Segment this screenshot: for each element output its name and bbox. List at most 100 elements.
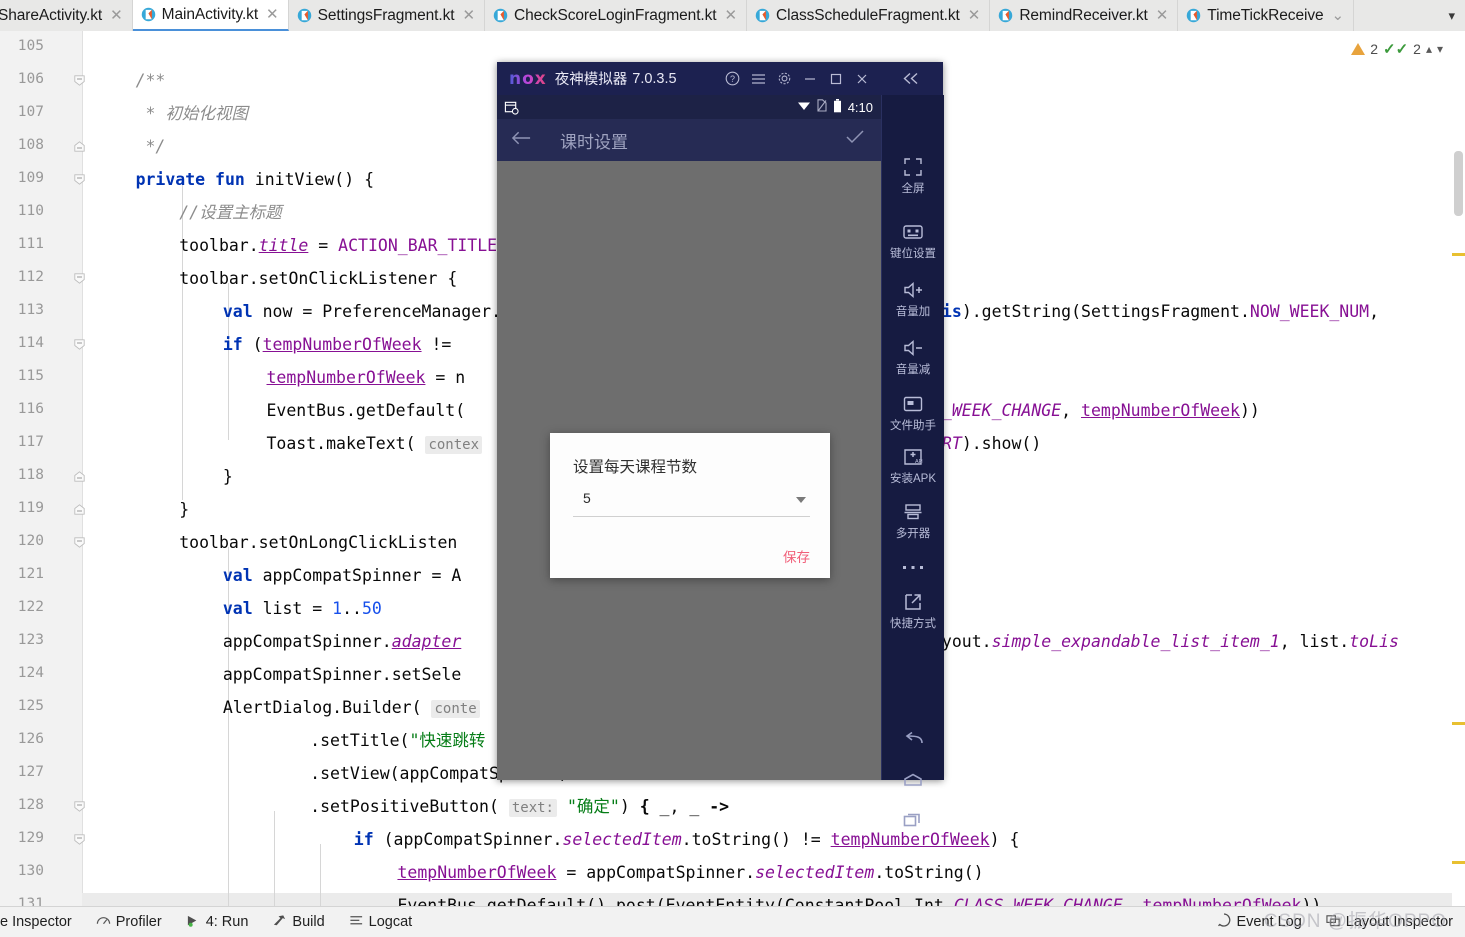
help-icon[interactable]: ? bbox=[719, 62, 745, 95]
code-line[interactable]: val appCompatSpinner = A bbox=[223, 566, 461, 586]
minimize-icon[interactable] bbox=[797, 62, 823, 95]
file-assistant-icon bbox=[903, 394, 923, 414]
sidebar-item-run[interactable]: 4: Run bbox=[186, 914, 248, 931]
code-line[interactable]: if (appCompatSpinner.selectedItem.toStri… bbox=[354, 830, 1020, 850]
code-line[interactable]: appCompatSpinner.setSele bbox=[223, 665, 461, 685]
code-line-fragment[interactable]: S_WEEK_CHANGE, tempNumberOfWeek)) bbox=[932, 401, 1260, 421]
code-line[interactable]: toolbar.title = ACTION_BAR_TITLE bbox=[179, 236, 497, 256]
course-count-spinner[interactable]: 5 bbox=[573, 488, 810, 517]
emulator-collapse-sidebar-button[interactable] bbox=[881, 62, 943, 95]
code-line[interactable]: .setTitle("快速跳转 bbox=[310, 731, 485, 751]
code-line[interactable]: private fun initView() { bbox=[136, 170, 374, 190]
editor-tab-remindreceiver-kt[interactable]: RemindReceiver.kt ✕ bbox=[990, 0, 1179, 31]
tab-close-icon[interactable]: ✕ bbox=[968, 8, 981, 23]
statusbar-label: Logcat bbox=[368, 914, 413, 930]
code-line[interactable]: val list = 1..50 bbox=[223, 599, 382, 619]
menu-icon[interactable] bbox=[745, 62, 771, 95]
android-recents-button[interactable] bbox=[882, 808, 944, 832]
sidebar-item-layout-inspector[interactable]: Layout Inspector bbox=[1326, 914, 1453, 931]
tab-close-icon[interactable]: ✕ bbox=[110, 8, 123, 23]
settings-gear-icon[interactable] bbox=[771, 62, 797, 95]
arrow-left-icon[interactable] bbox=[511, 129, 532, 152]
line-number: 106 bbox=[17, 71, 44, 87]
scroll-marker[interactable] bbox=[1452, 253, 1465, 256]
line-number: 107 bbox=[17, 104, 44, 120]
sidebar-item-file-assistant[interactable]: 文件助手 bbox=[882, 394, 944, 433]
code-line[interactable]: /** bbox=[136, 71, 166, 91]
course-count-dialog[interactable]: 设置每天课程节数 5 保存 bbox=[550, 433, 830, 578]
code-line[interactable]: * 初始化视图 bbox=[145, 104, 247, 124]
inspection-widget[interactable]: 2 ✓✓ 2 ▴ ▾ bbox=[1351, 40, 1443, 58]
tab-close-icon[interactable]: ✕ bbox=[724, 8, 737, 23]
sidebar-item-build[interactable]: Build bbox=[272, 914, 325, 931]
code-line[interactable]: Toast.makeText( contex bbox=[267, 434, 483, 455]
shortcut-icon bbox=[903, 592, 923, 612]
code-line[interactable]: AlertDialog.Builder( conte bbox=[223, 698, 480, 719]
sidebar-item-keymap[interactable]: 键位设置 bbox=[882, 222, 944, 261]
fullscreen-icon bbox=[903, 157, 923, 177]
code-line-fragment[interactable]: his).getString(SettingsFragment.NOW_WEEK… bbox=[932, 302, 1379, 322]
sidebar-item-multi-instance[interactable]: 多开器 bbox=[882, 502, 944, 541]
editor-tab-mainactivity-kt[interactable]: MainActivity.kt ✕ bbox=[132, 0, 289, 31]
code-line[interactable]: //设置主标题 bbox=[179, 203, 281, 223]
scrollbar-thumb[interactable] bbox=[1454, 151, 1463, 216]
code-line[interactable]: EventBus.getDefault( bbox=[267, 401, 466, 421]
close-icon[interactable] bbox=[849, 62, 875, 95]
sidebar-item-shortcut[interactable]: 快捷方式 bbox=[882, 592, 944, 631]
sidebar-item-logcat[interactable]: Logcat bbox=[349, 914, 413, 931]
chevron-down-icon[interactable]: ⌄ bbox=[1332, 8, 1345, 23]
ok-count: 2 bbox=[1413, 41, 1421, 57]
code-line-fragment[interactable]: ORT).show() bbox=[932, 434, 1041, 454]
chevron-down-icon[interactable]: ▾ bbox=[1437, 42, 1443, 56]
tab-overflow-chevron-icon[interactable]: ▾ bbox=[1442, 0, 1461, 31]
code-line[interactable]: tempNumberOfWeek = n bbox=[267, 368, 466, 388]
save-button[interactable]: 保存 bbox=[783, 546, 810, 566]
sidebar-item-fullscreen[interactable]: 全屏 bbox=[882, 157, 944, 196]
sidebar-item-event-log[interactable]: Event Log bbox=[1217, 913, 1302, 931]
dropdown-caret-icon[interactable] bbox=[796, 497, 806, 503]
code-line[interactable]: if (tempNumberOfWeek != bbox=[223, 335, 461, 355]
code-line[interactable]: .setPositiveButton( text: "确定") { _, _ -… bbox=[310, 797, 729, 818]
sidebar-item-profiler[interactable]: Profiler bbox=[96, 914, 162, 931]
sidebar-item-volume-up[interactable]: 音量加 bbox=[882, 280, 944, 319]
line-number: 123 bbox=[17, 632, 44, 648]
sidebar-item-volume-down[interactable]: 音量减 bbox=[882, 338, 944, 377]
sidebar-item-layout-inspector-left[interactable]: e Inspector bbox=[0, 914, 72, 930]
chevron-up-icon[interactable]: ▴ bbox=[1426, 42, 1432, 56]
scroll-marker[interactable] bbox=[1452, 722, 1465, 725]
editor-tab-timetickreceive[interactable]: TimeTickReceive ⌄ bbox=[1178, 0, 1355, 31]
tab-close-icon[interactable]: ✕ bbox=[462, 8, 475, 23]
tab-label: CheckScoreLoginFragment.kt bbox=[514, 6, 717, 24]
scroll-marker[interactable] bbox=[1452, 861, 1465, 864]
sidebar-item-more-dots[interactable] bbox=[882, 557, 944, 577]
code-line[interactable]: toolbar.setOnClickListener { bbox=[179, 269, 457, 289]
android-home-button[interactable] bbox=[882, 768, 944, 792]
android-screen-content[interactable]: 设置每天课程节数 5 保存 bbox=[497, 161, 881, 780]
battery-icon bbox=[833, 98, 842, 116]
emulator-title-bar[interactable]: nox 夜神模拟器 7.0.3.5 ? bbox=[497, 62, 881, 95]
maximize-icon[interactable] bbox=[823, 62, 849, 95]
editor-tab-settingsfragment-kt[interactable]: SettingsFragment.kt ✕ bbox=[288, 0, 486, 31]
tab-close-icon[interactable]: ✕ bbox=[1156, 8, 1169, 23]
code-line[interactable]: toolbar.setOnLongClickListen bbox=[179, 533, 457, 553]
line-number-gutter: 105 106 107 108 109 110 111 112 113 114 115 116 117 1… bbox=[0, 31, 85, 912]
code-line[interactable]: */ bbox=[145, 137, 165, 157]
code-line[interactable]: } bbox=[223, 467, 233, 487]
code-line[interactable]: tempNumberOfWeek = appCompatSpinner.sele… bbox=[397, 863, 983, 883]
sidebar-item-install-apk[interactable]: APK 安装APK bbox=[882, 447, 944, 486]
check-icon[interactable] bbox=[845, 129, 865, 151]
code-line-fragment[interactable]: ayout.simple_expandable_list_item_1, lis… bbox=[932, 632, 1399, 652]
tab-close-icon[interactable]: ✕ bbox=[266, 7, 279, 22]
editor-tab-checkscoreloginfragment-kt[interactable]: CheckScoreLoginFragment.kt ✕ bbox=[485, 0, 748, 31]
code-line[interactable]: appCompatSpinner.adapter bbox=[223, 632, 461, 652]
sidebar-item-label: 全屏 bbox=[901, 183, 925, 195]
nox-emulator-window[interactable]: nox 夜神模拟器 7.0.3.5 ? 4:10 课时设置 设置每天课程节数 5… bbox=[497, 62, 944, 827]
editor-vertical-scrollbar[interactable] bbox=[1452, 31, 1465, 907]
line-number: 116 bbox=[17, 401, 44, 417]
code-line[interactable]: } bbox=[179, 500, 189, 520]
android-back-button[interactable] bbox=[882, 727, 944, 751]
editor-tab-shareactivity-kt[interactable]: ShareActivity.kt ✕ bbox=[0, 0, 133, 31]
line-number: 126 bbox=[17, 731, 44, 747]
editor-tab-classschedulefragment-kt[interactable]: ClassScheduleFragment.kt ✕ bbox=[747, 0, 991, 31]
emulator-sidebar[interactable]: 全屏键位设置音量加音量减文件助手 APK 安装APK 多开器快捷方式 bbox=[881, 95, 944, 827]
